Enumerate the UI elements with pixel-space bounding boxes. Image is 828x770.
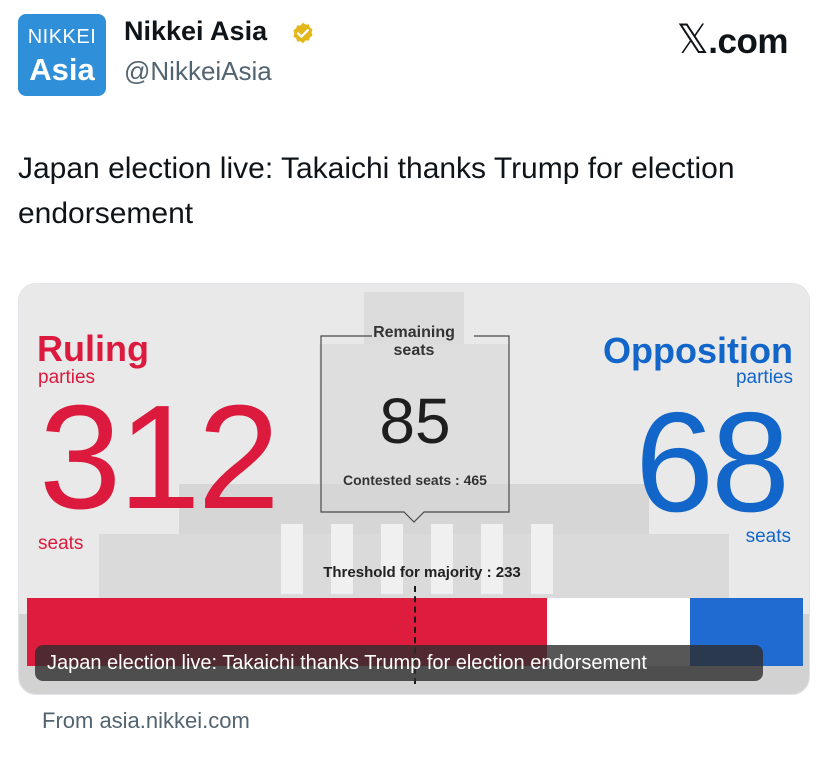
majority-threshold-text: Threshold for majority : 233	[323, 564, 521, 581]
contested-seats-text: Contested seats : 465	[343, 472, 487, 488]
card-title-overlay[interactable]: Japan election live: Takaichi thanks Tru…	[35, 645, 763, 681]
opposition-seat-count: 68	[635, 383, 790, 542]
avatar-text-top: NIKKEI	[27, 26, 97, 48]
tweet-text: Japan election live: Takaichi thanks Tru…	[18, 152, 735, 230]
ruling-seat-count: 312	[39, 375, 280, 540]
verified-badge-icon	[293, 22, 313, 44]
account-name[interactable]: Nikkei Asia	[124, 16, 267, 47]
remaining-seats-label: Remaining seats	[373, 324, 455, 359]
x-domain-text: .com	[708, 22, 788, 61]
x-logo-icon: 𝕏	[676, 17, 709, 63]
remaining-seat-count: 85	[379, 385, 451, 457]
avatar-text-bottom: Asia	[29, 52, 95, 87]
opposition-title: Opposition	[603, 330, 793, 371]
x-com-logo: 𝕏.com	[676, 17, 789, 63]
account-handle[interactable]: @NikkeiAsia	[124, 56, 272, 87]
link-source[interactable]: From asia.nikkei.com	[42, 708, 250, 734]
ruling-title: Ruling	[37, 328, 149, 369]
link-preview-card[interactable]: Ruling parties 312 seats Opposition part…	[18, 283, 810, 695]
opposition-seats-label: seats	[745, 526, 791, 547]
nikkei-asia-avatar[interactable]: NIKKEI Asia	[18, 14, 106, 96]
ruling-seats-label: seats	[38, 533, 84, 554]
